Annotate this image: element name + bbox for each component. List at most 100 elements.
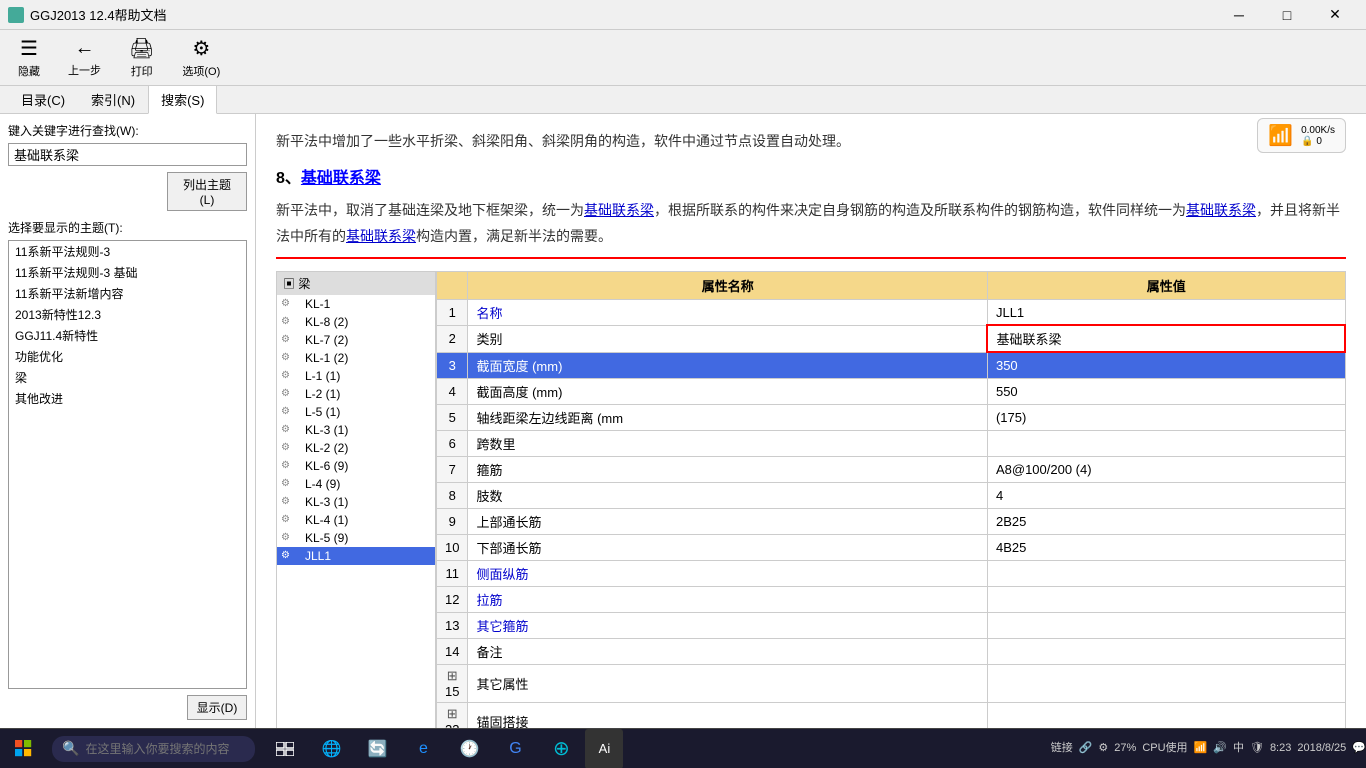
search-label: 键入关键字进行查找(W): xyxy=(8,122,247,139)
maximize-button[interactable]: □ xyxy=(1264,0,1310,30)
table-row: ⊞ 23锚固搭接 xyxy=(437,702,1346,728)
browser-button[interactable]: 🌐 xyxy=(309,729,353,768)
tree-item-kl6[interactable]: ⚙KL-6 (9) xyxy=(277,457,435,475)
taskbar-icons: 🌐 🔄 e 🕐 G ⊕ Ai xyxy=(259,729,1050,768)
table-row-name: 侧面纵筋 xyxy=(468,560,988,586)
plus-button[interactable]: ⊕ xyxy=(539,729,583,768)
print-icon: 🖨 xyxy=(129,36,154,61)
settings-icon: ⚙ xyxy=(1098,741,1108,756)
theme-item[interactable]: 2013新特性12.3 xyxy=(9,304,246,325)
table-row-num: 2 xyxy=(437,325,468,352)
table-row-num: 7 xyxy=(437,456,468,482)
date-display: 2018/8/25 xyxy=(1297,741,1346,756)
body1-end2: 构造内置，满足新半法的需要。 xyxy=(416,228,612,244)
tree-item-l1[interactable]: ⚙L-1 (1) xyxy=(277,367,435,385)
theme-item[interactable]: 11系新平法新增内容 xyxy=(9,283,246,304)
table-row-value: JLL1 xyxy=(987,299,1345,325)
link-label: 链接 xyxy=(1051,741,1073,756)
taskbar-search-input[interactable] xyxy=(85,742,245,756)
network-widget: 📶 0.00K/s 🔒 0 xyxy=(1257,118,1346,153)
list-topics-button[interactable]: 列出主题(L) xyxy=(167,172,247,211)
table-row-value xyxy=(987,664,1345,702)
body1-link1[interactable]: 基础联系梁 xyxy=(584,202,654,218)
table-row-num: 9 xyxy=(437,508,468,534)
table-row-value xyxy=(987,560,1345,586)
hide-button[interactable]: ☰ 隐藏 xyxy=(12,32,46,83)
tree-item-l5[interactable]: ⚙L-5 (1) xyxy=(277,403,435,421)
table-row-value: 350 xyxy=(987,352,1345,378)
g-button[interactable]: G xyxy=(493,729,537,768)
options-icon: ⚙ xyxy=(192,36,210,61)
theme-item[interactable]: 功能优化 xyxy=(9,346,246,367)
options-button[interactable]: ⚙ 选项(O) xyxy=(176,32,226,83)
property-table: 属性名称 属性值 1名称JLL12类别基础联系梁3截面宽度 (mm)3504截面… xyxy=(436,271,1346,728)
table-row: 1名称JLL1 xyxy=(437,299,1346,325)
table-row: 8肢数4 xyxy=(437,482,1346,508)
close-button[interactable]: ✕ xyxy=(1312,0,1358,30)
theme-item[interactable]: GGJ11.4新特性 xyxy=(9,325,246,346)
ie-button[interactable]: e xyxy=(401,729,445,768)
section-link[interactable]: 基础联系梁 xyxy=(301,170,381,187)
table-row: 12拉筋 xyxy=(437,586,1346,612)
theme-list: 11系新平法规则-3 11系新平法规则-3 基础 11系新平法新增内容 2013… xyxy=(8,240,247,689)
expand-icon[interactable]: ⊞ xyxy=(447,668,458,683)
theme-label: 选择要显示的主题(T): xyxy=(8,219,247,236)
tab-contents[interactable]: 目录(C) xyxy=(8,85,78,114)
tab-index[interactable]: 索引(N) xyxy=(78,85,148,114)
table-row: 6跨数里 xyxy=(437,430,1346,456)
tree-item-kl5[interactable]: ⚙KL-5 (9) xyxy=(277,529,435,547)
body1-link3[interactable]: 基础联系梁 xyxy=(346,228,416,244)
table-row-name: 下部通长筋 xyxy=(468,534,988,560)
search-input[interactable] xyxy=(8,143,247,166)
display-button[interactable]: 显示(D) xyxy=(187,695,247,720)
taskview-button[interactable] xyxy=(263,729,307,768)
tree-item-jll1[interactable]: ⚙JLL1 xyxy=(277,547,435,565)
tree-item-l2[interactable]: ⚙L-2 (1) xyxy=(277,385,435,403)
table-row: 9上部通长筋2B25 xyxy=(437,508,1346,534)
table-row-num: 3 xyxy=(437,352,468,378)
search-icon: 🔍 xyxy=(62,740,79,757)
taskbar-search-bar[interactable]: 🔍 xyxy=(52,736,255,762)
theme-item[interactable]: 其他改进 xyxy=(9,388,246,409)
tree-item-kl7[interactable]: ⚙KL-7 (2) xyxy=(277,331,435,349)
expand-icon[interactable]: ⊞ xyxy=(447,706,458,721)
tree-item-kl8[interactable]: ⚙KL-8 (2) xyxy=(277,313,435,331)
table-row-name: 类别 xyxy=(468,325,988,352)
theme-item[interactable]: 11系新平法规则-3 基础 xyxy=(9,262,246,283)
right-content: 📶 0.00K/s 🔒 0 新平法中增加了一些水平折梁、斜梁阳角、斜梁阴角的构造… xyxy=(256,114,1366,728)
start-button[interactable] xyxy=(0,729,48,768)
tree-item-l4[interactable]: ⚙L-4 (9) xyxy=(277,475,435,493)
tree-collapse-icon[interactable]: ▣ xyxy=(283,277,295,291)
tree-item-kl3a[interactable]: ⚙KL-3 (1) xyxy=(277,421,435,439)
time-display: 8:23 xyxy=(1270,741,1291,756)
wifi-tray-icon: 📶 xyxy=(1194,741,1208,756)
titlebar-controls: ─ □ ✕ xyxy=(1216,0,1358,30)
back-label: 上一步 xyxy=(68,62,101,78)
table-row-num: 8 xyxy=(437,482,468,508)
table-row-name: 箍筋 xyxy=(468,456,988,482)
tree-item-kl2[interactable]: ⚙KL-2 (2) xyxy=(277,439,435,457)
content-table-wrapper: ▣ 梁 ⚙KL-1 ⚙KL-8 (2) ⚙KL-7 (2) ⚙KL-1 (2) … xyxy=(276,271,1346,728)
table-header-num xyxy=(437,271,468,299)
tree-header: ▣ 梁 xyxy=(277,272,435,295)
ai-button[interactable]: Ai xyxy=(585,729,623,768)
table-row-value: 基础联系梁 xyxy=(987,325,1345,352)
tree-item-kl1[interactable]: ⚙KL-1 xyxy=(277,295,435,313)
table-row-value xyxy=(987,430,1345,456)
tree-item-kl3b[interactable]: ⚙KL-3 (1) xyxy=(277,493,435,511)
tree-item-kl1b[interactable]: ⚙KL-1 (2) xyxy=(277,349,435,367)
table-row-name: 上部通长筋 xyxy=(468,508,988,534)
chain-icon: 🔗 xyxy=(1079,741,1093,756)
clock-button[interactable]: 🕐 xyxy=(447,729,491,768)
theme-item[interactable]: 梁 xyxy=(9,367,246,388)
table-row: 10下部通长筋4B25 xyxy=(437,534,1346,560)
fan-button[interactable]: 🔄 xyxy=(355,729,399,768)
minimize-button[interactable]: ─ xyxy=(1216,0,1262,30)
tree-item-kl4[interactable]: ⚙KL-4 (1) xyxy=(277,511,435,529)
print-button[interactable]: 🖨 打印 xyxy=(123,32,160,83)
tab-search[interactable]: 搜索(S) xyxy=(148,85,217,114)
theme-item[interactable]: 11系新平法规则-3 xyxy=(9,241,246,262)
body1-link2[interactable]: 基础联系梁 xyxy=(1186,202,1256,218)
tree-label: 梁 xyxy=(298,277,310,291)
back-button[interactable]: ← 上一步 xyxy=(62,33,107,82)
